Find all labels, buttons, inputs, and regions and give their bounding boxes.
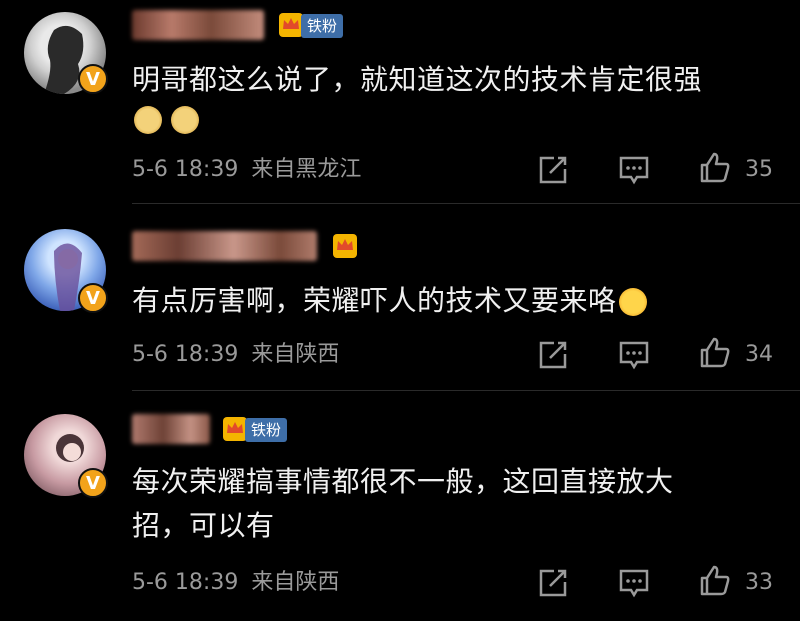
emoji-row (134, 106, 200, 134)
username-blurred[interactable] (132, 231, 317, 261)
share-icon[interactable] (536, 338, 570, 372)
comment-meta: 5-6 18:39 来自黑龙江 (132, 156, 361, 184)
verified-badge-icon: V (78, 283, 108, 313)
like-count: 33 (745, 570, 773, 595)
comment-text: 有点厉害啊，荣耀吓人的技术又要来咯 (132, 281, 647, 321)
comment-text-line: 有点厉害啊，荣耀吓人的技术又要来咯 (132, 284, 617, 317)
thumbs-up-icon[interactable] (698, 151, 732, 185)
location: 来自黑龙江 (251, 157, 362, 182)
comment-text-line: 每次荣耀搞事情都很不一般，这回直接放大 (132, 465, 674, 498)
crown-icon (333, 234, 357, 258)
comment-icon[interactable] (617, 153, 651, 187)
comment-meta: 5-6 18:39 来自陕西 (132, 341, 339, 369)
thumbs-up-icon[interactable] (698, 564, 732, 598)
comment-item: V 铁粉 明哥都这么说了，就知道这次的技术肯定很强 5-6 18:39 来自黑龙… (0, 0, 800, 200)
share-icon[interactable] (536, 566, 570, 600)
divider (132, 390, 800, 391)
screaming-emoji-icon (618, 288, 647, 316)
fan-badge: 铁粉 (301, 14, 344, 38)
timestamp: 5-6 18:39 (132, 157, 239, 182)
doge-emoji-icon (171, 106, 200, 134)
comment-item: V 有点厉害啊，荣耀吓人的技术又要来咯 5-6 18:39 来自陕西 34 (0, 205, 800, 390)
location: 来自陕西 (251, 570, 340, 595)
comment-text: 明哥都这么说了，就知道这次的技术肯定很强 (132, 63, 703, 96)
username-blurred[interactable] (132, 10, 264, 40)
thumbs-up-icon[interactable] (698, 336, 732, 370)
like-count: 35 (745, 157, 773, 182)
doge-emoji-icon (134, 106, 162, 134)
share-icon[interactable] (536, 153, 570, 187)
comment-icon[interactable] (617, 338, 651, 372)
verified-badge-icon: V (78, 468, 108, 498)
username-blurred[interactable] (132, 414, 210, 444)
location: 来自陕西 (251, 342, 340, 367)
verified-badge-icon: V (78, 64, 108, 94)
fan-badge: 铁粉 (245, 418, 288, 442)
comment-icon[interactable] (617, 566, 651, 600)
comment-text-line: 招，可以有 (132, 509, 275, 542)
comment-meta: 5-6 18:39 来自陕西 (132, 569, 339, 597)
timestamp: 5-6 18:39 (132, 342, 239, 367)
timestamp: 5-6 18:39 (132, 570, 239, 595)
like-count: 34 (745, 342, 773, 367)
divider (132, 203, 800, 204)
comment-item: V 铁粉 每次荣耀搞事情都很不一般，这回直接放大 招，可以有 5-6 18:39… (0, 392, 800, 621)
